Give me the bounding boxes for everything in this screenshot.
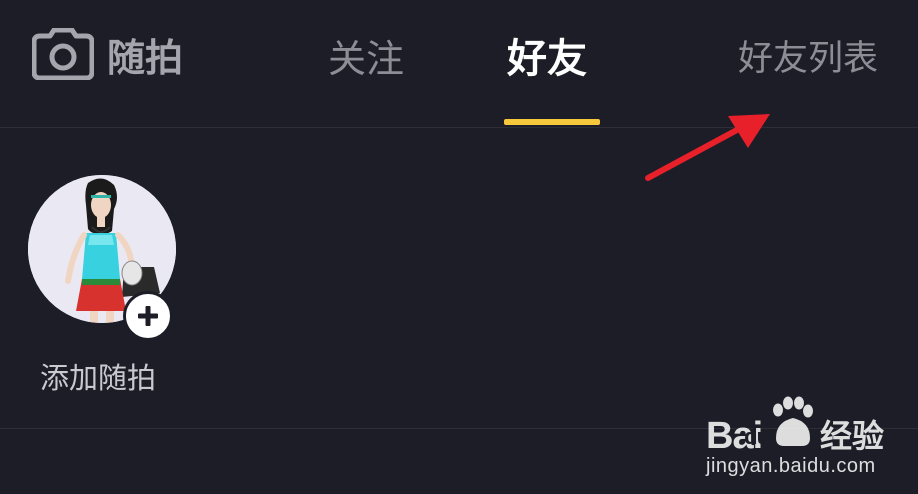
watermark-url: jingyan.baidu.com xyxy=(706,455,876,477)
header-divider xyxy=(0,127,918,128)
tab-follow[interactable]: 关注 xyxy=(328,32,404,86)
camera-icon[interactable] xyxy=(31,27,95,81)
baidu-jingyan-watermark: Baidu 经验 jingyan.baidu.com xyxy=(706,396,916,492)
add-suipai-label[interactable]: 添加随拍 xyxy=(40,358,156,398)
add-button[interactable] xyxy=(123,291,173,341)
red-arrow-annotation xyxy=(645,114,770,181)
plus-icon xyxy=(138,306,158,326)
friends-page: 随拍 关注 好友 好友列表 添加随拍 Baidu 经验 jingyan.baid… xyxy=(0,0,918,494)
tab-friends[interactable]: 好友 xyxy=(507,32,587,86)
watermark-jingyan: 经验 xyxy=(820,417,885,455)
add-suipai-avatar[interactable] xyxy=(28,175,178,341)
tab-friend-list[interactable]: 好友列表 xyxy=(738,32,878,86)
suipai-label[interactable]: 随拍 xyxy=(107,32,183,84)
active-tab-indicator xyxy=(504,119,600,125)
